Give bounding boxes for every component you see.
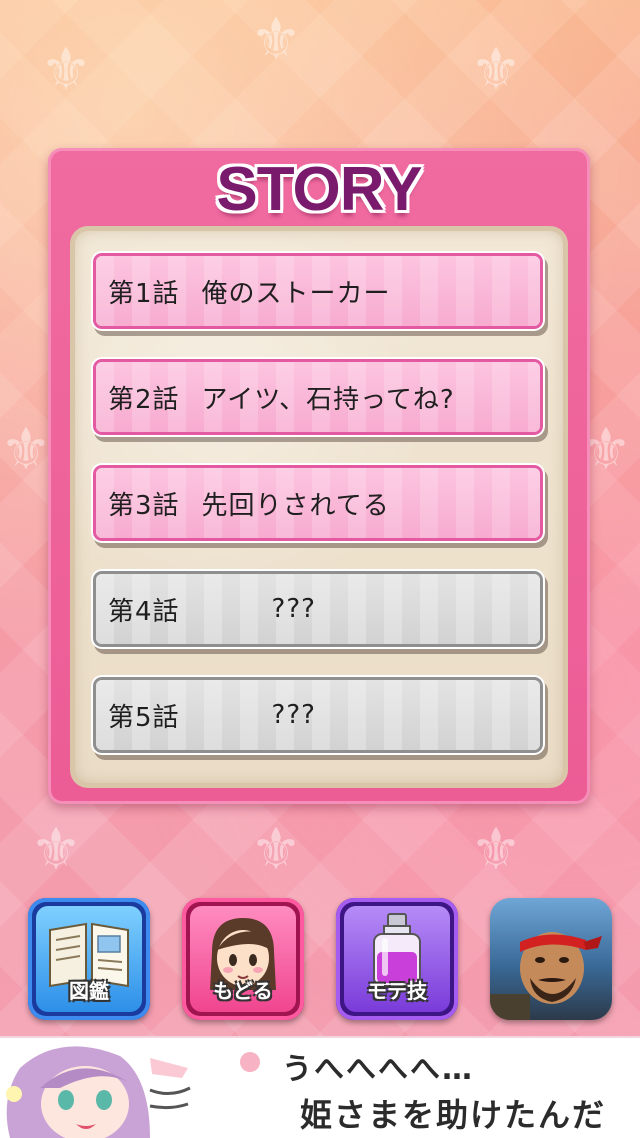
- fleur-de-lis-icon: ⚜: [0, 415, 52, 483]
- episode-5-button[interactable]: 第5話 ???: [96, 680, 540, 750]
- soldier-character-icon: [490, 932, 602, 1020]
- episode-1-button[interactable]: 第1話 俺のストーカー: [96, 256, 540, 326]
- episode-number: 第3話: [108, 490, 180, 521]
- episode-title: ???: [271, 700, 316, 730]
- episode-list: 第1話 俺のストーカー 第2話 アイツ、石持ってね? 第3話 先回りされてる 第…: [70, 226, 568, 788]
- fleur-de-lis-icon: ⚜: [250, 5, 302, 73]
- episode-number: 第5話: [108, 702, 180, 733]
- episode-3-button[interactable]: 第3話 先回りされてる: [96, 468, 540, 538]
- banner-text-line1: うへへへへ…: [282, 1052, 474, 1087]
- episode-number: 第1話: [108, 278, 180, 309]
- episode-number: 第2話: [108, 384, 180, 415]
- episode-title: 俺のストーカー: [201, 278, 391, 309]
- game-ad-icon[interactable]: [490, 898, 612, 1020]
- story-title: STORY: [216, 155, 422, 224]
- episode-title: 先回りされてる: [201, 490, 390, 521]
- episode-2-button[interactable]: 第2話 アイツ、石持ってね?: [96, 362, 540, 432]
- fleur-de-lis-icon: ⚜: [30, 815, 82, 883]
- fleur-de-lis-icon: ⚜: [250, 815, 302, 883]
- fleur-de-lis-icon: ⚜: [40, 35, 92, 103]
- banner-text-line2: 姫さまを助けたんだ: [300, 1096, 607, 1134]
- episode-title: ???: [271, 594, 316, 624]
- fleur-de-lis-icon: ⚜: [470, 35, 522, 103]
- back-label: もどる: [213, 979, 273, 1003]
- fleur-de-lis-icon: ⚜: [470, 815, 522, 883]
- mote-waza-label: モテ技: [367, 979, 427, 1003]
- zukan-label: 図鑑: [69, 979, 109, 1003]
- anime-girl-illustration: [6, 1046, 260, 1138]
- zukan-button[interactable]: 図鑑: [28, 898, 150, 1020]
- story-panel: STORY 第1話 俺のストーカー 第2話 アイツ、石持ってね? 第3話 先回り…: [48, 148, 590, 804]
- episode-number: 第4話: [108, 596, 180, 627]
- mote-waza-button[interactable]: モテ技: [336, 898, 458, 1020]
- back-button[interactable]: もどる: [182, 898, 304, 1020]
- manga-ad-banner[interactable]: うへへへへ… 姫さまを助けたんだ: [0, 1036, 640, 1138]
- episode-title: アイツ、石持ってね?: [201, 384, 455, 415]
- episode-4-button[interactable]: 第4話 ???: [96, 574, 540, 644]
